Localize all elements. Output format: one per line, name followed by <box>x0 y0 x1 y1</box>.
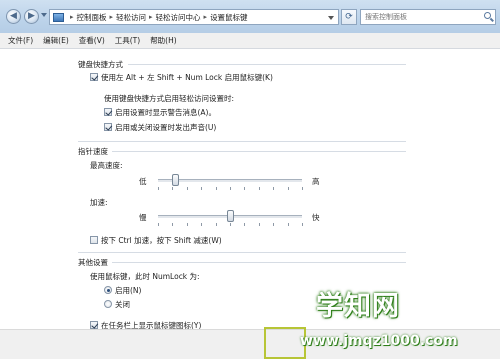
section-divider <box>78 141 406 142</box>
menu-bar: 文件(F) 编辑(E) 查看(V) 工具(T) 帮助(H) <box>0 33 500 49</box>
acceleration-max-label: 快 <box>312 213 320 222</box>
section-divider <box>78 252 406 253</box>
ctrl-shift-label[interactable]: 按下 Ctrl 加速，按下 Shift 减速(W) <box>101 235 222 246</box>
title-bar: ◀ ▶ ▸ 控制面板 ▸ 轻松访问 ▸ 轻松访问中心 ▸ 设置鼠标键 ⟳ <box>0 0 500 33</box>
slider-tick <box>273 223 274 226</box>
numlock-heading: 使用鼠标键，此时 NumLock 为: <box>90 272 200 281</box>
numlock-on-label[interactable]: 启用(N) <box>115 285 141 296</box>
slider-tick <box>288 223 289 226</box>
slider-tick <box>259 187 260 190</box>
top-speed-slider-track[interactable] <box>158 179 302 183</box>
top-speed-label: 最高速度: <box>90 161 123 170</box>
taskbar-icon-checkbox[interactable] <box>90 321 98 329</box>
slider-tick <box>201 223 202 226</box>
play-sound-label[interactable]: 启用或关闭设置时发出声音(U) <box>115 122 216 133</box>
slider-tick <box>230 223 231 226</box>
slider-tick <box>230 187 231 190</box>
slider-tick <box>158 223 159 226</box>
settings-content: 键盘快捷方式 使用左 Alt + 左 Shift + Num Lock 启用鼠标… <box>0 49 500 330</box>
search-icon[interactable] <box>484 12 491 19</box>
breadcrumb-set-up-mouse-keys[interactable]: 设置鼠标键 <box>210 12 248 23</box>
slider-tick <box>244 187 245 190</box>
numlock-off-label[interactable]: 关闭 <box>115 299 130 310</box>
menu-file[interactable]: 文件(F) <box>8 35 33 46</box>
menu-edit[interactable]: 编辑(E) <box>43 35 69 46</box>
slider-tick <box>172 187 173 190</box>
slider-tick <box>187 223 188 226</box>
enable-shortcut-checkbox[interactable] <box>90 73 98 81</box>
search-box[interactable] <box>360 9 496 25</box>
search-input[interactable] <box>361 10 479 23</box>
breadcrumb-separator[interactable]: ▸ <box>204 13 208 21</box>
address-dropdown-icon[interactable] <box>328 16 334 20</box>
watermark-url: www.jmqz1000.com <box>300 333 458 349</box>
keyboard-shortcut-heading: 键盘快捷方式 <box>78 60 123 69</box>
acceleration-label: 加速: <box>90 198 108 207</box>
breadcrumb-separator: ▸ <box>70 13 74 21</box>
shortcut-subheading: 使用键盘快捷方式启用轻松访问设置时: <box>104 94 235 103</box>
acceleration-slider-thumb[interactable] <box>227 210 234 222</box>
numlock-off-radio[interactable] <box>104 300 112 308</box>
menu-tools[interactable]: 工具(T) <box>115 35 140 46</box>
top-speed-max-label: 高 <box>312 177 320 186</box>
breadcrumb-separator[interactable]: ▸ <box>110 13 114 21</box>
section-divider <box>112 151 406 152</box>
breadcrumb-separator[interactable]: ▸ <box>149 13 153 21</box>
history-dropdown-icon[interactable] <box>41 13 47 17</box>
slider-tick <box>172 223 173 226</box>
show-warning-checkbox[interactable] <box>104 108 112 116</box>
slider-tick <box>273 187 274 190</box>
slider-tick <box>302 187 303 190</box>
show-warning-label[interactable]: 启用设置时显示警告消息(A)。 <box>115 107 216 118</box>
other-settings-heading: 其他设置 <box>78 258 108 267</box>
menu-help[interactable]: 帮助(H) <box>150 35 177 46</box>
slider-tick <box>302 223 303 226</box>
forward-button[interactable]: ▶ <box>24 9 39 24</box>
control-panel-icon <box>53 12 64 22</box>
slider-tick <box>158 187 159 190</box>
breadcrumb-ease-of-access-center[interactable]: 轻松访问中心 <box>156 12 201 23</box>
pointer-speed-heading: 指针速度 <box>78 147 108 156</box>
play-sound-checkbox[interactable] <box>104 123 112 131</box>
slider-tick <box>259 223 260 226</box>
back-button[interactable]: ◀ <box>6 9 21 24</box>
slider-tick <box>216 187 217 190</box>
ctrl-shift-checkbox[interactable] <box>90 236 98 244</box>
section-divider <box>128 64 406 65</box>
address-bar[interactable]: ▸ 控制面板 ▸ 轻松访问 ▸ 轻松访问中心 ▸ 设置鼠标键 <box>49 9 339 25</box>
top-speed-slider-thumb[interactable] <box>172 174 179 186</box>
enable-shortcut-label[interactable]: 使用左 Alt + 左 Shift + Num Lock 启用鼠标键(K) <box>101 72 273 83</box>
slider-tick <box>288 187 289 190</box>
watermark-brand: 学知网 <box>316 291 400 322</box>
menu-view[interactable]: 查看(V) <box>79 35 105 46</box>
refresh-button[interactable]: ⟳ <box>341 9 357 25</box>
numlock-on-radio[interactable] <box>104 286 112 294</box>
slider-tick <box>244 223 245 226</box>
top-speed-min-label: 低 <box>139 177 147 186</box>
section-divider <box>112 262 406 263</box>
slider-tick <box>201 187 202 190</box>
acceleration-min-label: 慢 <box>139 213 147 222</box>
breadcrumb-ease-of-access[interactable]: 轻松访问 <box>116 12 146 23</box>
slider-tick <box>216 223 217 226</box>
breadcrumb-control-panel[interactable]: 控制面板 <box>77 12 107 23</box>
slider-tick <box>187 187 188 190</box>
